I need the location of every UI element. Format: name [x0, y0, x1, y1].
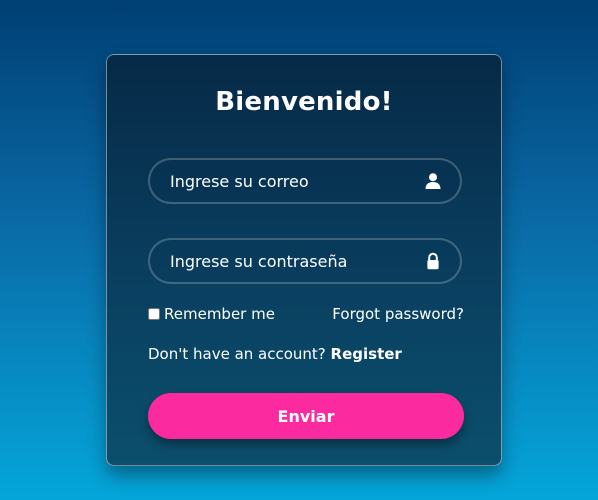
forgot-password-link[interactable]: Forgot password? — [332, 305, 464, 323]
password-field-wrapper — [148, 238, 462, 284]
register-link[interactable]: Register — [331, 345, 402, 363]
register-prompt: Don't have an account? Register — [148, 345, 402, 363]
remember-me-label: Remember me — [164, 305, 275, 323]
lock-icon — [424, 252, 442, 270]
login-options: Remember me Forgot password? — [148, 305, 464, 327]
remember-me[interactable]: Remember me — [148, 305, 275, 323]
register-prompt-text: Don't have an account? — [148, 345, 331, 363]
user-icon — [424, 172, 442, 190]
remember-me-checkbox[interactable] — [148, 308, 160, 320]
email-field[interactable] — [150, 160, 460, 202]
submit-button[interactable]: Enviar — [148, 393, 464, 439]
email-field-wrapper — [148, 158, 462, 204]
password-field[interactable] — [150, 240, 460, 282]
page-title: Bienvenido! — [215, 87, 393, 117]
login-card: Bienvenido! Remember me Forgot password?… — [106, 54, 502, 466]
